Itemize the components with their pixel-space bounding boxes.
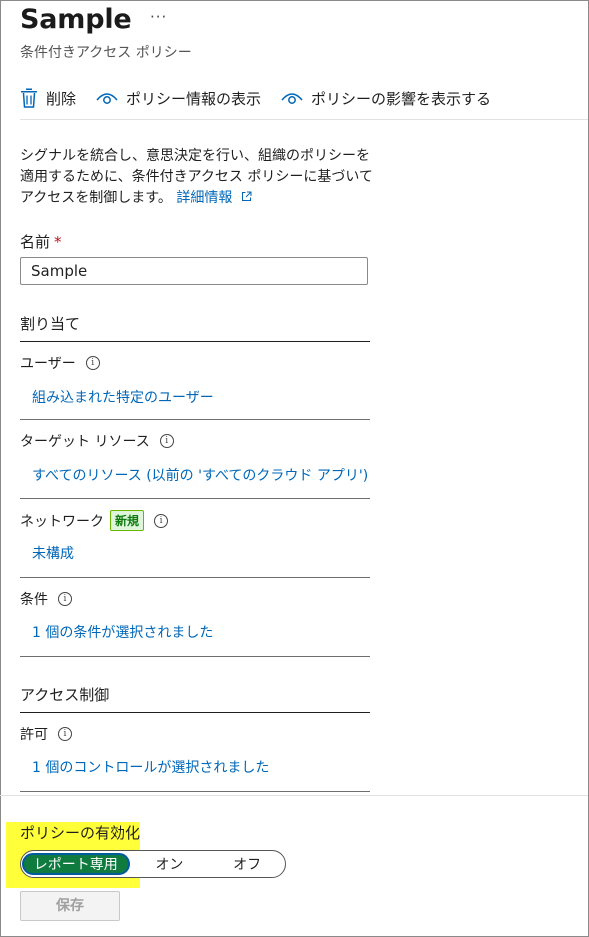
network-value-link[interactable]: 未構成 (32, 543, 74, 563)
info-icon[interactable]: i (154, 513, 169, 528)
delete-button[interactable]: 削除 (20, 88, 76, 109)
info-icon[interactable]: i (159, 434, 174, 448)
info-icon[interactable]: i (85, 356, 100, 370)
new-badge: 新規 (110, 510, 145, 531)
toolbar-divider (20, 119, 588, 120)
save-button[interactable]: 保存 (20, 891, 120, 921)
section-divider (20, 341, 370, 342)
section-divider (20, 712, 370, 713)
assignments-heading: 割り当て (20, 315, 81, 333)
toggle-option-on[interactable]: オン (130, 854, 210, 874)
enable-policy-label: ポリシーの有効化 (20, 824, 141, 842)
toggle-option-off[interactable]: オフ (209, 854, 285, 874)
external-link-icon (241, 191, 252, 201)
more-options-button[interactable]: ··· (150, 8, 167, 26)
footer-divider (0, 795, 588, 796)
row-divider (20, 498, 370, 499)
view-policy-info-label: ポリシー情報の表示 (126, 89, 262, 108)
info-icon[interactable]: i (58, 727, 72, 741)
row-divider (20, 791, 370, 792)
learn-more-link[interactable]: 詳細情報 (176, 190, 252, 206)
policy-description: シグナルを統合し、意思決定を行い、組織のポリシーを適用するために、条件付きアクセ… (20, 146, 380, 209)
grant-label: 許可 i (20, 724, 72, 744)
enable-policy-toggle: レポート専用 オン オフ (20, 850, 286, 878)
toggle-option-report-only[interactable]: レポート専用 (22, 853, 130, 875)
page-subtitle: 条件付きアクセス ポリシー (20, 45, 192, 61)
page-title: Sample (20, 4, 132, 35)
target-resources-value-link[interactable]: すべてのリソース (以前の 'すべてのクラウド アプリ') (32, 465, 368, 485)
network-label: ネットワーク 新規 i (20, 510, 169, 531)
conditions-value-link[interactable]: 1 個の条件が選択されました (32, 622, 213, 642)
row-divider (20, 577, 370, 578)
required-marker: * (54, 233, 62, 251)
row-divider (20, 656, 370, 657)
trash-icon (21, 88, 37, 108)
name-label: 名前 * (20, 233, 62, 251)
target-resources-label: ターゲット リソース i (20, 431, 174, 451)
command-bar: 削除 ポリシー情報の表示 ポリシーの影響を表示する (20, 86, 511, 110)
access-controls-heading: アクセス制御 (20, 686, 110, 704)
users-label: ユーザー i (20, 353, 100, 373)
users-value-link[interactable]: 組み込まれた特定のユーザー (32, 387, 214, 407)
delete-label: 削除 (46, 89, 77, 108)
info-icon[interactable]: i (58, 592, 72, 606)
name-input[interactable] (20, 257, 368, 285)
view-policy-info-button[interactable]: ポリシー情報の表示 (96, 88, 261, 109)
eye-icon (96, 93, 118, 104)
view-policy-impact-button[interactable]: ポリシーの影響を表示する (281, 88, 491, 109)
grant-value-link[interactable]: 1 個のコントロールが選択されました (32, 757, 269, 777)
row-divider (20, 419, 370, 420)
view-policy-impact-label: ポリシーの影響を表示する (311, 89, 492, 108)
conditions-label: 条件 i (20, 589, 72, 609)
eye-icon (281, 93, 303, 104)
